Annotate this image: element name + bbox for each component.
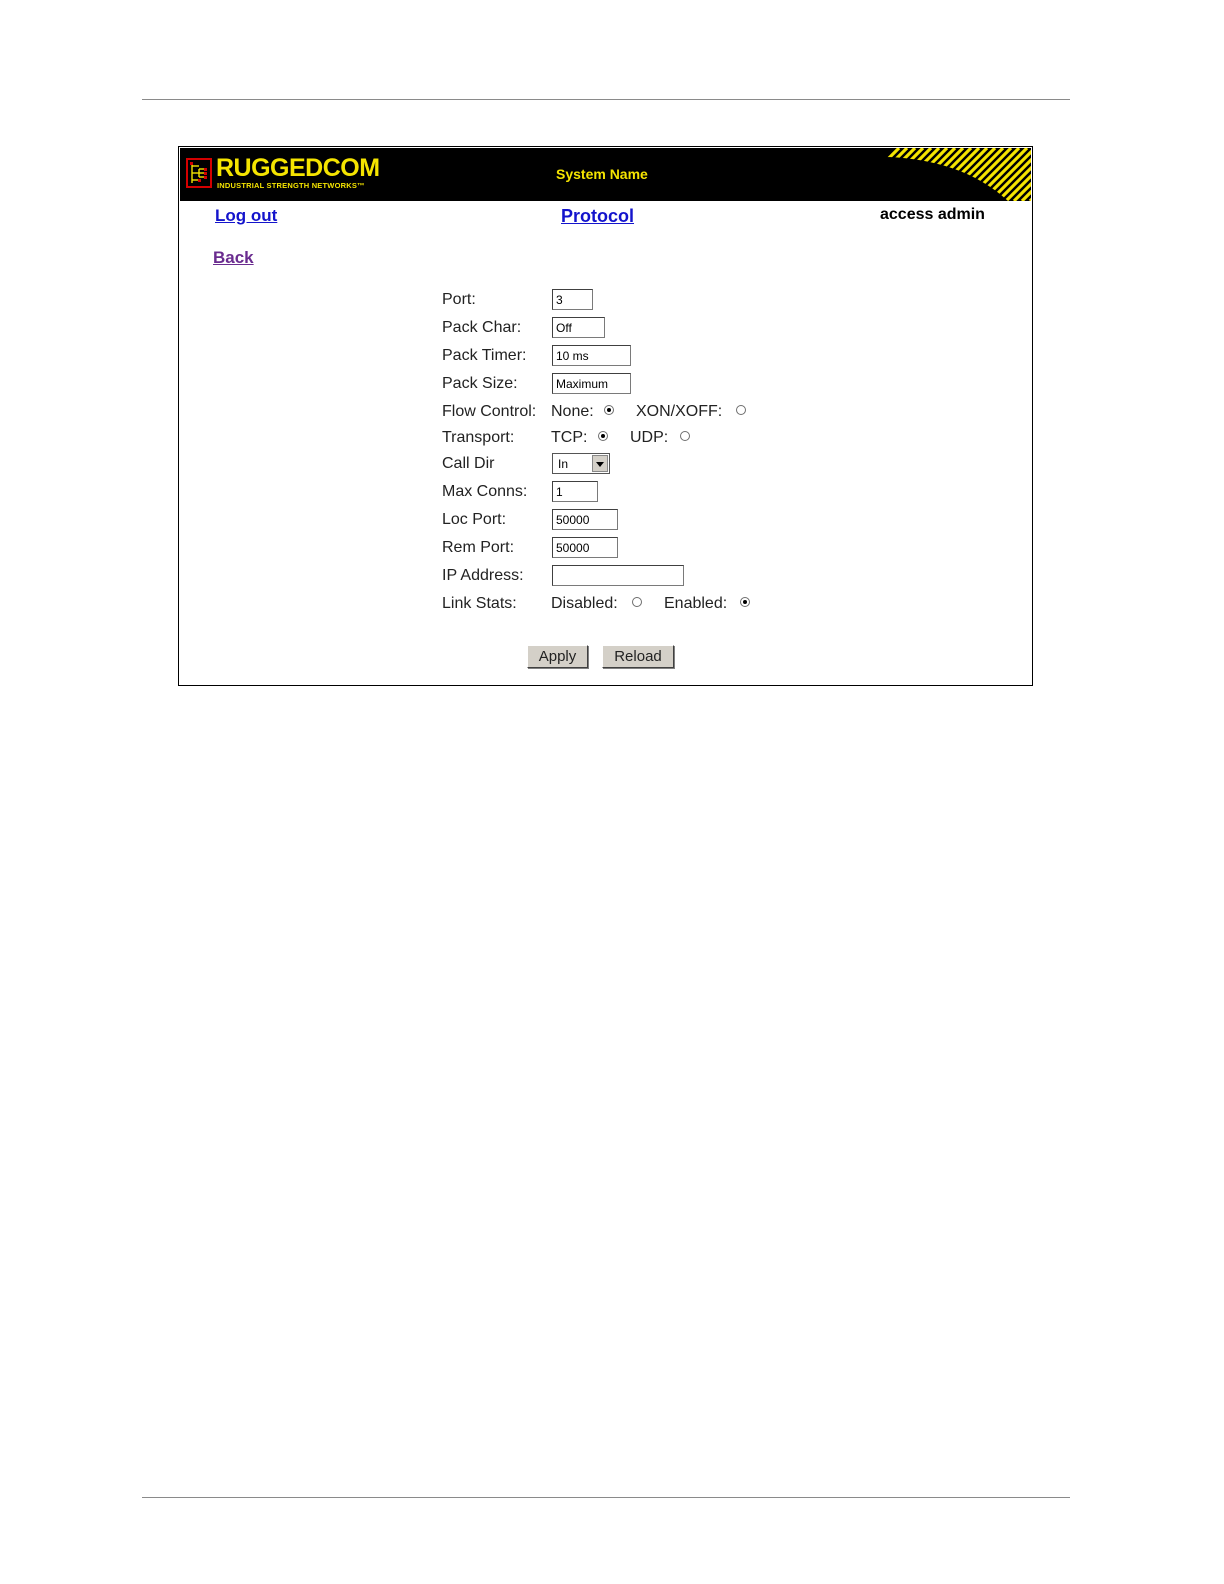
logo-wordmark: RUGGEDCOM bbox=[216, 154, 380, 182]
transport-tcp-label: TCP: bbox=[551, 429, 588, 446]
pack-char-input[interactable] bbox=[552, 317, 605, 338]
page-top-rule bbox=[142, 99, 1070, 100]
pack-char-label: Pack Char: bbox=[442, 319, 522, 336]
flow-control-label: Flow Control: bbox=[442, 403, 537, 420]
transport-udp-label: UDP: bbox=[630, 429, 669, 446]
transport-label: Transport: bbox=[442, 429, 515, 446]
loc-port-label: Loc Port: bbox=[442, 511, 507, 528]
link-stats-enabled-label: Enabled: bbox=[664, 595, 728, 612]
link-stats-disabled-label: Disabled: bbox=[551, 595, 618, 612]
page-bottom-rule bbox=[142, 1497, 1070, 1498]
flow-none-label: None: bbox=[551, 403, 594, 420]
back-link[interactable]: Back bbox=[213, 248, 254, 268]
link-stats-enabled-radio[interactable] bbox=[740, 597, 750, 607]
ip-address-label: IP Address: bbox=[442, 567, 524, 584]
call-dir-value: In bbox=[558, 457, 569, 471]
header-banner: RUGGEDCOM INDUSTRIAL STRENGTH NETWORKS™ … bbox=[180, 148, 1031, 201]
transport-tcp-radio[interactable] bbox=[598, 431, 608, 441]
ruggedcom-logo: RUGGEDCOM INDUSTRIAL STRENGTH NETWORKS™ bbox=[186, 154, 391, 192]
loc-port-input[interactable] bbox=[552, 509, 618, 530]
ip-address-input[interactable] bbox=[552, 565, 684, 586]
network-tree-icon bbox=[186, 158, 212, 188]
flow-xonxoff-radio[interactable] bbox=[736, 405, 746, 415]
apply-button[interactable]: Apply bbox=[527, 645, 588, 668]
transport-udp-radio[interactable] bbox=[680, 431, 690, 441]
call-dir-label: Call Dir bbox=[442, 455, 495, 472]
call-dir-select[interactable]: In bbox=[552, 453, 610, 474]
pack-timer-label: Pack Timer: bbox=[442, 347, 527, 364]
port-input[interactable] bbox=[552, 289, 593, 310]
access-level: access admin bbox=[880, 206, 985, 223]
reload-button[interactable]: Reload bbox=[602, 645, 674, 668]
pack-size-input[interactable] bbox=[552, 373, 631, 394]
logo-tagline: INDUSTRIAL STRENGTH NETWORKS™ bbox=[217, 181, 365, 190]
pack-size-label: Pack Size: bbox=[442, 375, 518, 392]
max-conns-label: Max Conns: bbox=[442, 483, 528, 500]
rem-port-input[interactable] bbox=[552, 537, 618, 558]
port-label: Port: bbox=[442, 291, 476, 308]
max-conns-input[interactable] bbox=[552, 481, 598, 502]
rem-port-label: Rem Port: bbox=[442, 539, 515, 556]
flow-xonxoff-label: XON/XOFF: bbox=[636, 403, 723, 420]
page-title-link[interactable]: Protocol bbox=[561, 206, 634, 227]
link-stats-disabled-radio[interactable] bbox=[632, 597, 642, 607]
protocol-panel: RUGGEDCOM INDUSTRIAL STRENGTH NETWORKS™ … bbox=[178, 146, 1033, 686]
dropdown-arrow-icon[interactable] bbox=[592, 455, 608, 472]
logout-link[interactable]: Log out bbox=[215, 206, 277, 226]
hazard-stripes-graphic bbox=[846, 148, 1031, 201]
system-name: System Name bbox=[556, 166, 648, 182]
link-stats-label: Link Stats: bbox=[442, 595, 517, 612]
pack-timer-input[interactable] bbox=[552, 345, 631, 366]
flow-none-radio[interactable] bbox=[604, 405, 614, 415]
